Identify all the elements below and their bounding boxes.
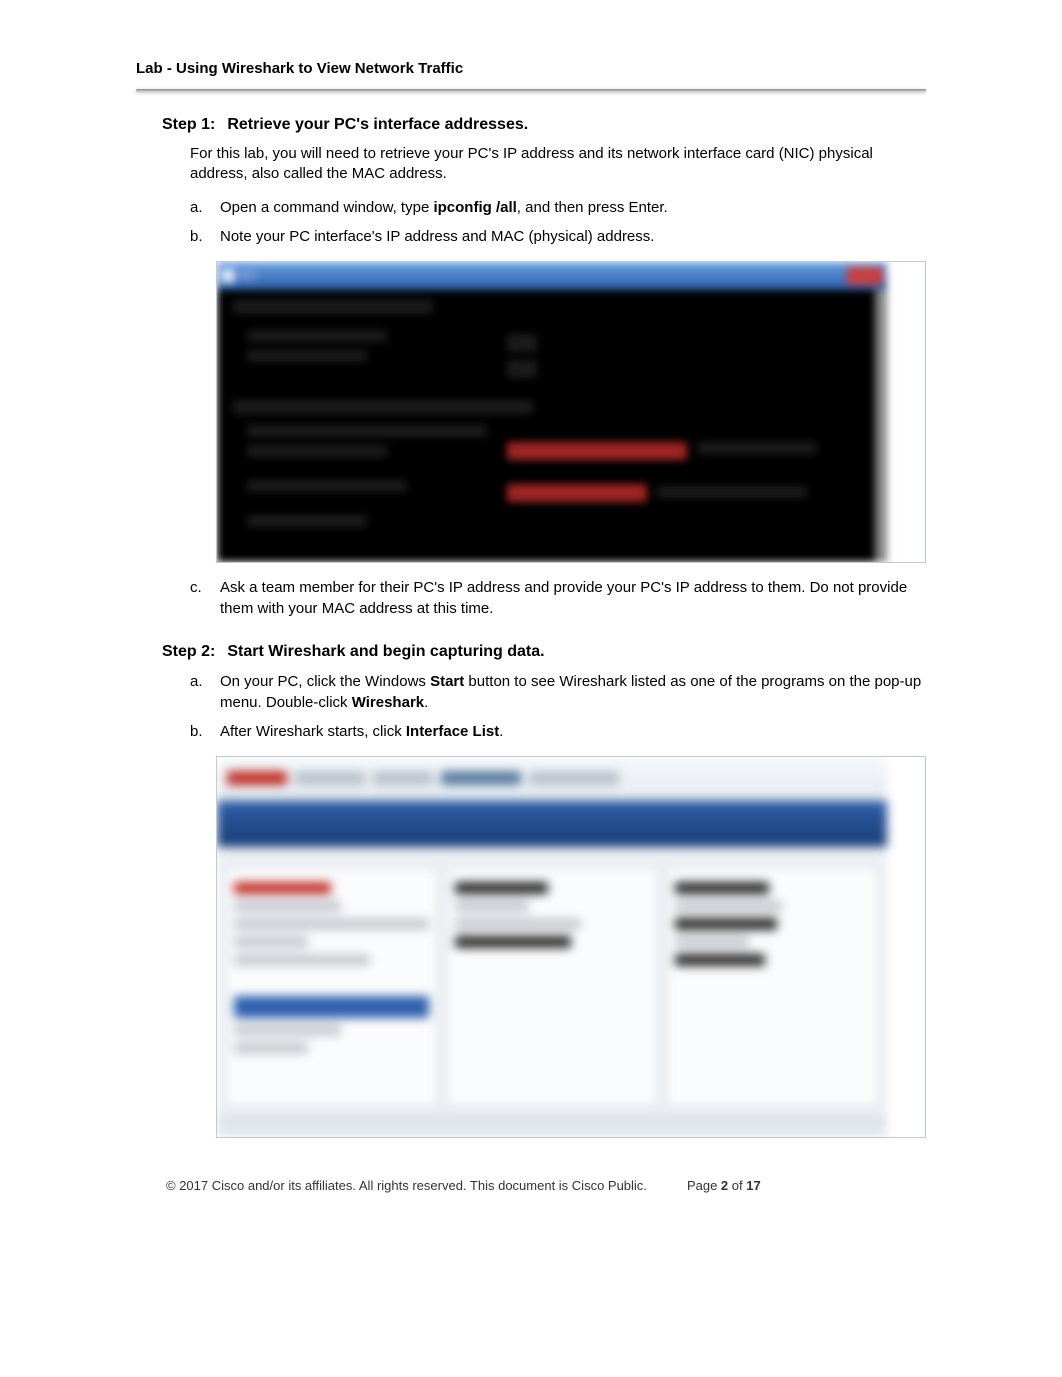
ws-column-online	[666, 867, 879, 1107]
step1-c-text: Ask a team member for their PC's IP addr…	[220, 577, 926, 619]
list-letter-b2: b.	[190, 721, 206, 742]
footer-page: Page 2 of 17	[687, 1178, 761, 1193]
list-item: b. Note your PC interface's IP address a…	[190, 226, 926, 247]
footer-page-pre: Page	[687, 1178, 721, 1193]
list-item: a. On your PC, click the Windows Start b…	[190, 671, 926, 713]
cmd-titlebar: C:\	[217, 262, 887, 290]
cmd-body	[217, 290, 887, 562]
ws-statusbar	[217, 1117, 887, 1137]
ws-toolbar-item	[373, 771, 433, 785]
ws-toolbar-item	[529, 771, 619, 785]
ws-item	[675, 882, 768, 894]
ws-item	[234, 936, 308, 948]
ws-item	[234, 900, 341, 912]
wireshark-screenshot	[216, 756, 926, 1138]
ws-item	[675, 954, 765, 966]
ws-item	[234, 918, 429, 930]
ws-item	[455, 918, 582, 930]
ws-item	[675, 918, 776, 930]
step1-b-text: Note your PC interface's IP address and …	[220, 226, 926, 247]
page-footer: © 2017 Cisco and/or its affiliates. All …	[166, 1178, 926, 1193]
ipconfig-screenshot: C:\	[216, 261, 926, 563]
step1-a-post: , and then press Enter.	[517, 199, 668, 216]
list-item: b. After Wireshark starts, click Interfa…	[190, 721, 926, 742]
cmd-title-text: C:\	[241, 269, 256, 283]
list-letter-a: a.	[190, 197, 206, 218]
step-1-label: Step 1:	[162, 116, 215, 134]
step-1-intro: For this lab, you will need to retrieve …	[190, 144, 926, 185]
ws-banner	[217, 801, 887, 847]
ws-item	[675, 900, 782, 912]
ws-item	[675, 936, 749, 948]
ws-item	[455, 900, 529, 912]
step2-a-b1: Start	[430, 673, 464, 690]
step1-a-pre: Open a command window, type	[220, 199, 433, 216]
step2-a-b2: Wireshark	[352, 694, 424, 711]
ws-column-capture	[225, 867, 438, 1107]
header-rule	[136, 89, 926, 92]
step1-a-cmd: ipconfig /all	[433, 199, 516, 216]
list-letter-a2: a.	[190, 671, 206, 713]
list-item: c. Ask a team member for their PC's IP a…	[190, 577, 926, 619]
footer-page-total: 17	[746, 1178, 760, 1193]
step2-b-pre: After Wireshark starts, click	[220, 723, 406, 740]
list-item: a. Open a command window, type ipconfig …	[190, 197, 926, 218]
ws-item	[234, 882, 331, 894]
step2-a-pre: On your PC, click the Windows	[220, 673, 430, 690]
step-2-heading: Step 2: Start Wireshark and begin capturi…	[162, 643, 926, 661]
step1-a-text: Open a command window, type ipconfig /al…	[220, 197, 926, 218]
ws-item	[455, 936, 572, 948]
ws-item	[234, 1024, 341, 1036]
close-icon	[847, 267, 883, 285]
ws-toolbar-item	[441, 771, 521, 785]
step-1-heading: Step 1: Retrieve your PC's interface addr…	[162, 116, 926, 134]
list-letter-c: c.	[190, 577, 206, 619]
cmd-scrollbar	[875, 290, 887, 562]
page-header-title: Lab - Using Wireshark to View Network Tr…	[136, 60, 926, 89]
list-letter-b: b.	[190, 226, 206, 247]
ws-column-files	[446, 867, 659, 1107]
ws-toolbar	[217, 757, 887, 801]
step-2-title: Start Wireshark and begin capturing data…	[227, 643, 544, 660]
ws-logo-icon	[227, 771, 287, 785]
footer-page-mid: of	[728, 1178, 746, 1193]
step-1-title: Retrieve your PC's interface addresses.	[227, 116, 528, 133]
ws-toolbar-item	[295, 771, 365, 785]
footer-copyright: © 2017 Cisco and/or its affiliates. All …	[166, 1178, 647, 1193]
step2-b-post: .	[499, 723, 503, 740]
ws-item	[455, 882, 548, 894]
ws-item	[234, 954, 370, 966]
step2-b-b1: Interface List	[406, 723, 499, 740]
ws-highlight	[234, 996, 429, 1018]
step-2-label: Step 2:	[162, 643, 215, 661]
step2-a-post: .	[424, 694, 428, 711]
step2-b-text: After Wireshark starts, click Interface …	[220, 721, 926, 742]
cmd-window-icon	[221, 269, 235, 283]
step2-a-text: On your PC, click the Windows Start butt…	[220, 671, 926, 713]
ws-item	[234, 1042, 308, 1054]
